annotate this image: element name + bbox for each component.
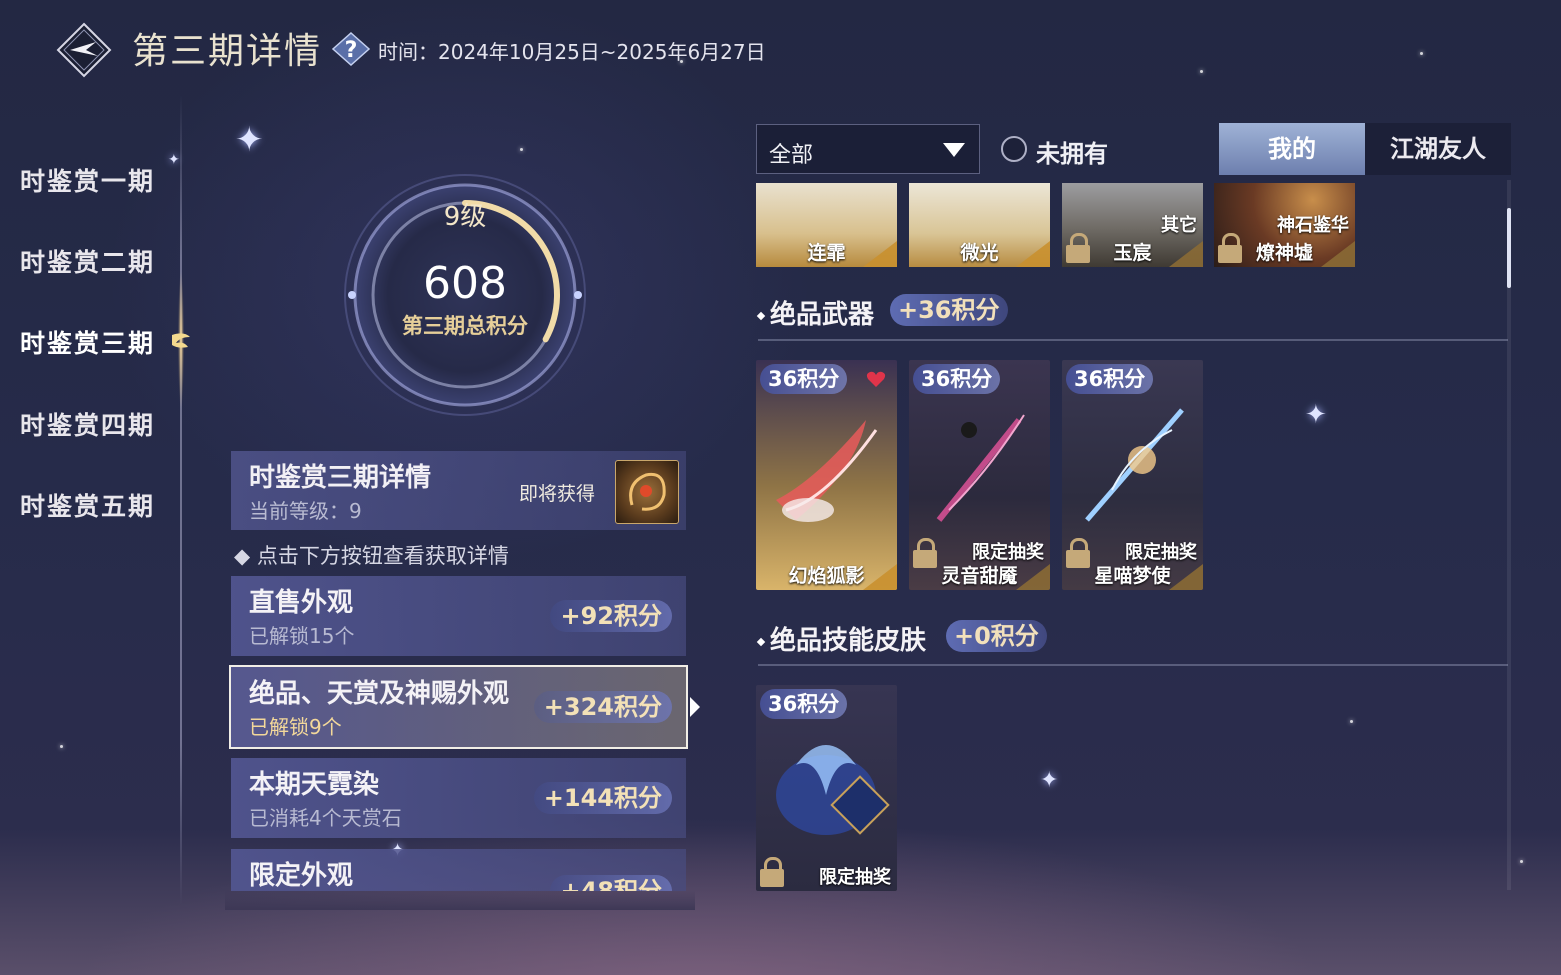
sparkle-icon: ✦: [235, 120, 264, 160]
sidebar-divider: [180, 95, 182, 905]
back-button[interactable]: [56, 22, 112, 78]
category-points: +144积分: [533, 782, 672, 814]
category-points: +324积分: [533, 691, 672, 723]
section-title-text: 绝品武器: [770, 300, 875, 330]
card-tag: 神石鉴华: [1277, 215, 1349, 236]
sparkle-icon: ✦: [1305, 400, 1327, 430]
section-title-text: 绝品技能皮肤: [770, 626, 927, 656]
card-name: 星喵梦使: [1094, 565, 1171, 587]
level-label: 9级: [443, 202, 487, 232]
sidebar-item-period-5[interactable]: 时鉴赏五期: [20, 487, 155, 523]
section-divider: [758, 339, 1508, 341]
category-dye[interactable]: 本期天霓染 已消耗4个天赏石 +144积分: [231, 758, 686, 838]
filter-dropdown[interactable]: 全部: [756, 124, 980, 174]
section-points: +0积分: [946, 620, 1047, 652]
appearance-card[interactable]: 连霏: [756, 183, 897, 267]
appearance-card[interactable]: 其它 玉宸: [1062, 183, 1203, 267]
weapon-card[interactable]: 36积分 限定抽奖 灵音甜魇: [909, 360, 1050, 590]
category-subtitle: 已消耗4个天赏石: [249, 806, 402, 830]
heart-icon[interactable]: [866, 370, 886, 388]
page-title: 第三期详情: [132, 31, 323, 72]
tab-mine[interactable]: 我的: [1219, 123, 1365, 175]
current-level: 当前等级：9: [249, 499, 362, 523]
detail-title: 时鉴赏三期详情: [249, 463, 432, 493]
section-title-skills: 绝品技能皮肤: [756, 620, 927, 657]
period-detail-panel[interactable]: 时鉴赏三期详情 当前等级：9 即将获得: [231, 451, 686, 530]
card-name: 玉宸: [1113, 242, 1152, 264]
appearance-card[interactable]: 神石鉴华 燎神墟: [1214, 183, 1355, 267]
upcoming-reward-label: 即将获得: [519, 483, 596, 505]
card-tag: 其它: [1161, 215, 1197, 236]
selected-arrow-icon: [690, 697, 700, 717]
list-fade: [225, 890, 695, 910]
dropdown-value: 全部: [769, 143, 814, 168]
event-time: 时间：2024年10月25日~2025年6月27日: [378, 40, 766, 64]
sidebar-item-period-1[interactable]: 时鉴赏一期: [20, 162, 155, 198]
upcoming-reward-icon[interactable]: [615, 460, 679, 524]
card-name: 燎神墟: [1255, 242, 1313, 264]
unowned-label[interactable]: 未拥有: [1036, 134, 1108, 169]
svg-text:?: ?: [345, 38, 358, 63]
sidebar-item-period-3[interactable]: 时鉴赏三期: [20, 324, 155, 360]
section-divider: [758, 664, 1508, 666]
appearance-card[interactable]: 微光: [909, 183, 1050, 267]
hint-label: 点击下方按钮查看获取详情: [256, 544, 509, 568]
category-points: +92积分: [550, 600, 672, 632]
category-premium-appearance[interactable]: 绝品、天赏及神赐外观 已解锁9个 +324积分: [229, 665, 700, 749]
category-title: 绝品、天赏及神赐外观: [249, 679, 510, 709]
category-direct-sale[interactable]: 直售外观 已解锁15个 +92积分: [231, 576, 686, 656]
card-name: 灵音甜魇: [941, 565, 1018, 587]
weapon-art: [776, 420, 878, 522]
section-points: +36积分: [890, 294, 1008, 326]
sparkle-icon: ✦: [1040, 768, 1059, 793]
question-icon[interactable]: ?: [331, 31, 371, 67]
limited-draw-label: 限定抽奖: [819, 867, 891, 888]
category-subtitle: 已解锁15个: [249, 624, 355, 648]
card-name: 微光: [960, 242, 999, 264]
points-badge: 36积分: [760, 689, 848, 719]
category-points: +48积分: [550, 875, 672, 891]
tab-friends[interactable]: 江湖友人: [1365, 123, 1511, 175]
points-badge: 36积分: [913, 364, 1001, 394]
unowned-radio[interactable]: [1001, 136, 1027, 162]
score-ring: 9级 608 第三期总积分: [330, 170, 600, 440]
active-marker-icon: [166, 327, 196, 357]
points-badge: 36积分: [760, 364, 848, 394]
scrollbar-thumb[interactable]: [1507, 208, 1511, 288]
lock-icon: [760, 857, 784, 887]
total-score: 608: [423, 258, 507, 309]
sidebar-item-period-4[interactable]: 时鉴赏四期: [20, 406, 155, 442]
category-limited[interactable]: 限定外观 +48积分: [231, 849, 686, 891]
card-name: 幻焰狐影: [788, 565, 865, 587]
category-title: 限定外观: [249, 861, 354, 891]
category-title: 本期天霓染: [249, 770, 380, 800]
hint-text: ◆ 点击下方按钮查看获取详情: [234, 544, 509, 568]
points-badge: 36积分: [1066, 364, 1154, 394]
category-subtitle: 已解锁9个: [249, 715, 342, 739]
category-title: 直售外观: [249, 588, 354, 618]
chevron-down-icon: [943, 143, 965, 157]
sparkle-icon: ✦: [168, 152, 180, 168]
skill-card[interactable]: 36积分 限定抽奖: [756, 685, 897, 891]
weapon-card[interactable]: 36积分 限定抽奖 星喵梦使: [1062, 360, 1203, 590]
back-icon: [56, 22, 112, 78]
section-title-weapons: 绝品武器: [756, 294, 875, 331]
card-name: 连霏: [807, 242, 846, 264]
sidebar-item-period-2[interactable]: 时鉴赏二期: [20, 243, 155, 279]
total-score-label: 第三期总积分: [402, 314, 528, 338]
weapon-card[interactable]: 36积分 幻焰狐影: [756, 360, 897, 590]
